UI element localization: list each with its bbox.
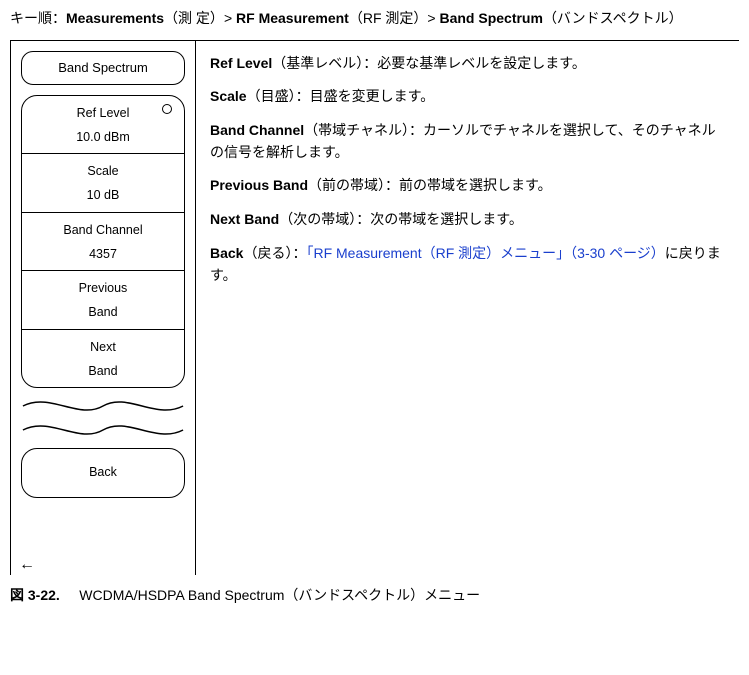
desc-term: Previous Band xyxy=(210,177,308,193)
desc-body: ：前の帯域を選択します。 xyxy=(385,177,552,193)
softkey-label: Back xyxy=(89,465,117,479)
softkey-label: Ref Level xyxy=(28,102,178,126)
figure-caption: 図 3-22. WCDMA/HSDPA Band Spectrum（バンドスペク… xyxy=(10,585,739,607)
softkey-label: Previous xyxy=(28,277,178,301)
softkey-label: Scale xyxy=(28,160,178,184)
desc-body: ：目盛を変更します。 xyxy=(296,88,435,104)
desc-term: Scale xyxy=(210,88,247,104)
softkey-back[interactable]: Back xyxy=(21,448,185,497)
softkey-value: Band xyxy=(28,360,178,386)
softkey-scale[interactable]: Scale 10 dB xyxy=(22,153,184,212)
desc-previous-band: Previous Band（前の帯域）：前の帯域を選択します。 xyxy=(210,175,725,197)
breadcrumb-prefix: キー順： xyxy=(10,10,66,26)
desc-band-channel: Band Channel（帯域チャネル）：カーソルでチャネルを選択して、そのチャ… xyxy=(210,120,725,163)
desc-term: Back xyxy=(210,245,243,261)
breadcrumb-sep: > xyxy=(427,10,439,26)
desc-body: ：次の帯域を選択します。 xyxy=(356,211,523,227)
arrow-left-icon: ← xyxy=(19,557,35,573)
breadcrumb-item-paren: （測 定） xyxy=(164,10,224,26)
softkey-previous-band[interactable]: Previous Band xyxy=(22,270,184,329)
desc-back: Back（戻る）：「RF Measurement（RF 測定）メニュー」（3-3… xyxy=(210,243,725,286)
breadcrumb: キー順：Measurements（測 定）> RF Measurement（RF… xyxy=(10,8,739,30)
softkey-value: Band xyxy=(28,301,178,327)
breadcrumb-item-bold: Band Spectrum xyxy=(439,10,542,26)
softkey-next-band[interactable]: Next Band xyxy=(22,329,184,388)
description-column: Ref Level（基準レベル）：必要な基準レベルを設定します。 Scale（目… xyxy=(196,41,739,575)
desc-term: Band Channel xyxy=(210,122,304,138)
softkey-band-channel[interactable]: Band Channel 4357 xyxy=(22,212,184,271)
desc-next-band: Next Band（次の帯域）：次の帯域を選択します。 xyxy=(210,209,725,231)
breadcrumb-item-paren: （RF 測定） xyxy=(349,10,428,26)
link-rf-measurement-menu[interactable]: 「RF Measurement（RF 測定）メニュー」（3-30 ページ） xyxy=(306,245,664,261)
softkey-label: Band Channel xyxy=(28,219,178,243)
softkey-label: Next xyxy=(28,336,178,360)
breadcrumb-item-paren: （バンドスペクトル） xyxy=(543,10,683,26)
softkey-stack: Ref Level 10.0 dBm Scale 10 dB Band Chan… xyxy=(21,95,185,389)
softkey-ref-level[interactable]: Ref Level 10.0 dBm xyxy=(22,96,184,154)
desc-paren: （目盛） xyxy=(247,88,296,104)
tear-icon xyxy=(21,396,185,442)
softkey-value: 10.0 dBm xyxy=(28,126,178,152)
desc-term: Next Band xyxy=(210,211,279,227)
desc-paren: （次の帯域） xyxy=(279,211,356,227)
breadcrumb-item-bold: Measurements xyxy=(66,10,164,26)
desc-paren: （基準レベル） xyxy=(272,55,363,71)
softkey-column: Band Spectrum Ref Level 10.0 dBm Scale 1… xyxy=(11,41,196,575)
desc-paren: （戻る） xyxy=(243,245,292,261)
breadcrumb-sep: > xyxy=(224,10,236,26)
figure-text: WCDMA/HSDPA Band Spectrum（バンドスペクトル）メニュー xyxy=(79,587,480,603)
desc-term: Ref Level xyxy=(210,55,272,71)
desc-paren: （前の帯域） xyxy=(308,177,385,193)
desc-lead: ： xyxy=(292,245,306,261)
softkey-value: 4357 xyxy=(28,243,178,269)
menu-header: Band Spectrum xyxy=(21,51,185,85)
desc-paren: （帯域チャネル） xyxy=(304,122,409,138)
breadcrumb-item-bold: RF Measurement xyxy=(236,10,349,26)
desc-scale: Scale（目盛）：目盛を変更します。 xyxy=(210,86,725,108)
softkey-value: 10 dB xyxy=(28,184,178,210)
panel: Band Spectrum Ref Level 10.0 dBm Scale 1… xyxy=(10,40,739,575)
desc-ref-level: Ref Level（基準レベル）：必要な基準レベルを設定します。 xyxy=(210,53,725,75)
desc-body: ：必要な基準レベルを設定します。 xyxy=(363,55,586,71)
radio-icon xyxy=(162,104,172,114)
figure-label: 図 3-22. xyxy=(10,587,60,603)
